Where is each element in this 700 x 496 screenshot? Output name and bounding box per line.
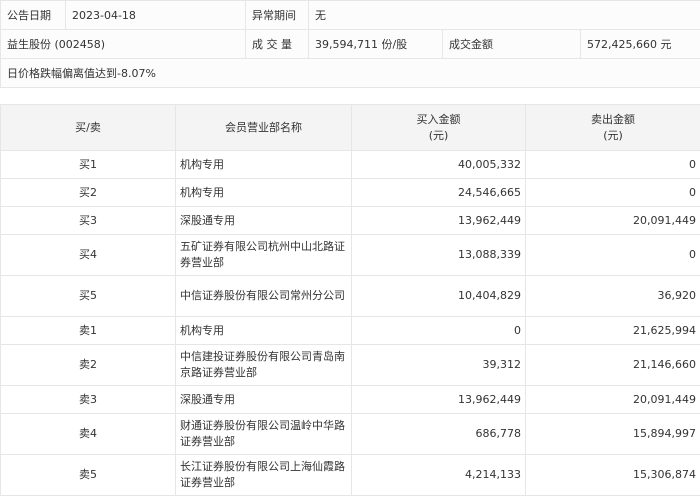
buy-amount: 24,546,665 <box>352 179 526 207</box>
table-row: 卖5长江证券股份有限公司上海仙霞路证券营业部4,214,13315,306,87… <box>1 455 700 496</box>
sell-amount: 15,306,874 <box>526 455 700 496</box>
broker-name: 中信建投证券股份有限公司青岛南京路证券营业部 <box>176 345 352 386</box>
volume-label: 成 交 量 <box>246 30 309 59</box>
side-cell: 卖1 <box>1 317 176 345</box>
side-cell: 卖4 <box>1 414 176 455</box>
buy-amount: 686,778 <box>352 414 526 455</box>
sell-amount: 0 <box>526 179 700 207</box>
broker-name: 机构专用 <box>176 151 352 179</box>
buy-amount: 13,088,339 <box>352 235 526 276</box>
buy-amount: 40,005,332 <box>352 151 526 179</box>
broker-name: 五矿证券有限公司杭州中山北路证券营业部 <box>176 235 352 276</box>
broker-name: 深股通专用 <box>176 207 352 235</box>
side-cell: 卖5 <box>1 455 176 496</box>
sell-amount: 20,091,449 <box>526 207 700 235</box>
table-row: 买5中信证券股份有限公司常州分公司10,404,82936,920 <box>1 276 700 317</box>
sell-amount: 21,146,660 <box>526 345 700 386</box>
sell-amount: 15,894,997 <box>526 414 700 455</box>
reason: 日价格跌幅偏离值达到-8.07% <box>1 59 700 88</box>
table-row: 卖1机构专用021,625,994 <box>1 317 700 345</box>
table-row: 买3深股通专用13,962,44920,091,449 <box>1 207 700 235</box>
volume-value: 39,594,711 份/股 <box>309 30 443 59</box>
sell-amount: 21,625,994 <box>526 317 700 345</box>
side-cell: 卖2 <box>1 345 176 386</box>
date-label: 公告日期 <box>1 1 66 30</box>
column-header: 买/卖 <box>1 105 176 151</box>
amount-label: 成交金额 <box>443 30 581 59</box>
table-row: 卖4财通证券股份有限公司温岭中华路证券营业部686,77815,894,997 <box>1 414 700 455</box>
buy-amount: 4,214,133 <box>352 455 526 496</box>
sell-amount: 36,920 <box>526 276 700 317</box>
table-row: 卖2中信建投证券股份有限公司青岛南京路证券营业部39,31221,146,660 <box>1 345 700 386</box>
broker-name: 长江证券股份有限公司上海仙霞路证券营业部 <box>176 455 352 496</box>
table-row: 买2机构专用24,546,6650 <box>1 179 700 207</box>
column-header: 卖出金额 (元) <box>526 105 700 151</box>
side-cell: 卖3 <box>1 386 176 414</box>
period-value: 无 <box>309 1 700 30</box>
info-table: 公告日期 2023-04-18 异常期间 无 益生股份 (002458) 成 交… <box>0 0 700 88</box>
column-header: 买入金额 (元) <box>352 105 526 151</box>
sell-amount: 0 <box>526 235 700 276</box>
buy-amount: 0 <box>352 317 526 345</box>
broker-name: 财通证券股份有限公司温岭中华路证券营业部 <box>176 414 352 455</box>
side-cell: 买2 <box>1 179 176 207</box>
side-cell: 买3 <box>1 207 176 235</box>
table-row: 买1机构专用40,005,3320 <box>1 151 700 179</box>
side-cell: 买5 <box>1 276 176 317</box>
side-cell: 买1 <box>1 151 176 179</box>
period-label: 异常期间 <box>246 1 309 30</box>
buy-amount: 10,404,829 <box>352 276 526 317</box>
amount-value: 572,425,660 元 <box>581 30 700 59</box>
broker-name: 深股通专用 <box>176 386 352 414</box>
buy-amount: 39,312 <box>352 345 526 386</box>
table-row: 卖3深股通专用13,962,44920,091,449 <box>1 386 700 414</box>
broker-name: 中信证券股份有限公司常州分公司 <box>176 276 352 317</box>
column-header: 会员营业部名称 <box>176 105 352 151</box>
stock-name: 益生股份 (002458) <box>1 30 246 59</box>
buy-amount: 13,962,449 <box>352 386 526 414</box>
side-cell: 买4 <box>1 235 176 276</box>
sell-amount: 20,091,449 <box>526 386 700 414</box>
buy-amount: 13,962,449 <box>352 207 526 235</box>
trading-table: 买/卖会员营业部名称买入金额 (元)卖出金额 (元) 买1机构专用40,005,… <box>0 104 700 496</box>
broker-name: 机构专用 <box>176 317 352 345</box>
sell-amount: 0 <box>526 151 700 179</box>
table-row: 买4五矿证券有限公司杭州中山北路证券营业部13,088,3390 <box>1 235 700 276</box>
date-value: 2023-04-18 <box>66 1 246 30</box>
broker-name: 机构专用 <box>176 179 352 207</box>
